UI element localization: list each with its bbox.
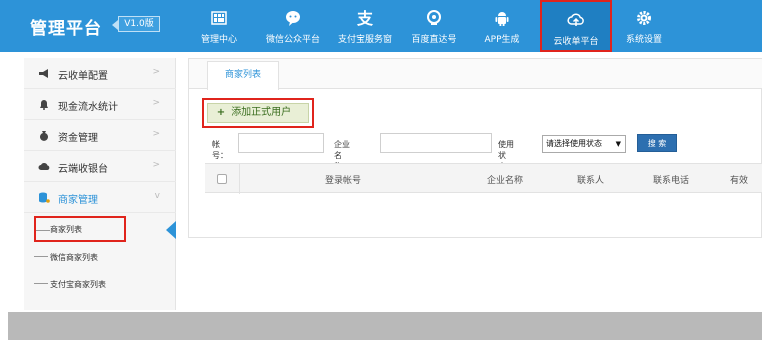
status-select-value: 请选择使用状态	[546, 139, 602, 148]
megaphone-icon	[39, 69, 48, 78]
company-input[interactable]	[380, 133, 492, 153]
sidebar-item-label: 资金管理	[58, 133, 98, 144]
tree-dash	[34, 283, 48, 284]
version-badge: V1.0版	[112, 16, 160, 32]
sidebar-item-cash-statistics[interactable]: 现金流水统计 >	[24, 89, 176, 120]
nav-item-system-settings[interactable]: 系统设置	[616, 0, 672, 52]
column-divider	[239, 164, 240, 194]
sidebar-subitem-label: 商家列表	[50, 225, 82, 234]
column-header-company[interactable]: 企业名称	[487, 173, 523, 186]
sidebar-subitem-label: 微信商家列表	[50, 253, 98, 262]
nav-label: APP生成	[484, 35, 520, 45]
sidebar-subitem-alipay-merchants[interactable]: 支付宝商家列表	[24, 271, 176, 297]
bell-icon	[40, 100, 48, 110]
sidebar-item-merchant-management[interactable]: 商家管理 v	[24, 182, 176, 213]
nav-item-app-builder[interactable]: APP生成	[474, 0, 530, 52]
add-formal-user-button[interactable]: + 添加正式用户	[207, 103, 309, 123]
nav-label: 云收单平台	[553, 37, 599, 47]
database-icon	[39, 192, 50, 203]
dashboard-icon	[211, 11, 227, 25]
gear-icon	[637, 11, 651, 25]
footer-band	[8, 312, 762, 340]
column-header-phone[interactable]: 联系电话	[653, 173, 689, 186]
sidebar: 云收单配置 > 现金流水统计 > 资金管理 > 云端收银台 > 商家管理 v 商…	[24, 58, 176, 310]
sidebar-item-label: 现金流水统计	[58, 102, 118, 113]
wechat-icon	[286, 11, 300, 26]
nav-label: 微信公众平台	[265, 35, 320, 45]
select-all-checkbox[interactable]	[217, 174, 227, 184]
cloud-upload-icon	[567, 13, 584, 26]
nav-item-wechat[interactable]: 微信公众平台	[258, 0, 328, 52]
sidebar-item-funds[interactable]: 资金管理 >	[24, 120, 176, 151]
nav-label: 系统设置	[625, 35, 662, 45]
account-label: 帐号：	[212, 140, 228, 160]
alipay-icon: 支	[356, 9, 374, 27]
tree-dash	[36, 230, 50, 231]
nav-label: 百度直达号	[411, 35, 457, 45]
plus-icon: +	[216, 107, 226, 118]
add-button-label: 添加正式用户	[231, 107, 292, 118]
baidu-icon	[427, 10, 441, 25]
add-button-highlight: + 添加正式用户	[202, 98, 314, 128]
chevron-right-icon: >	[152, 129, 160, 139]
nav-label: 支付宝服务窗	[337, 35, 392, 45]
chevron-right-icon: >	[152, 67, 160, 77]
sidebar-subitem-label: 支付宝商家列表	[50, 280, 106, 289]
nav-item-baidu[interactable]: 百度直达号	[404, 0, 464, 52]
tree-dash	[34, 256, 48, 257]
android-icon	[495, 12, 509, 26]
nav-item-management-center[interactable]: 管理中心	[190, 0, 248, 52]
status-select[interactable]: 请选择使用状态 ▼	[542, 135, 626, 153]
brand-title: 管理平台	[30, 19, 102, 39]
sidebar-subitem-merchant-list[interactable]: 商家列表	[34, 216, 126, 242]
sidebar-item-cloud-cashier[interactable]: 云端收银台 >	[24, 151, 176, 182]
column-header-valid[interactable]: 有效	[730, 173, 748, 186]
money-bag-icon	[40, 131, 48, 141]
table-header: 登录帐号 企业名称 联系人 联系电话 有效	[205, 163, 762, 194]
chevron-right-icon: >	[152, 98, 160, 108]
account-input[interactable]	[238, 133, 324, 153]
nav-item-alipay[interactable]: 支 支付宝服务窗	[330, 0, 400, 52]
search-button[interactable]: 搜 索	[637, 134, 677, 152]
sidebar-item-label: 商家管理	[58, 195, 98, 206]
top-navigation-bar: 管理平台 V1.0版 管理中心 微信公众平台 支 支付宝服务窗 百度直达号 AP…	[0, 0, 762, 52]
sidebar-item-label: 云收单配置	[58, 71, 108, 82]
sidebar-item-label: 云端收银台	[58, 164, 108, 175]
nav-item-cloud-acquiring[interactable]: 云收单平台	[540, 0, 612, 52]
column-header-login-account[interactable]: 登录帐号	[325, 173, 361, 186]
nav-label: 管理中心	[200, 35, 237, 45]
sidebar-subitem-wechat-merchants[interactable]: 微信商家列表	[24, 244, 176, 270]
active-pointer	[166, 221, 176, 239]
chevron-right-icon: >	[152, 160, 160, 170]
cloud-icon	[38, 163, 50, 170]
sidebar-item-cloud-config[interactable]: 云收单配置 >	[24, 58, 176, 89]
tab-bar: 商家列表	[189, 59, 762, 90]
column-header-contact[interactable]: 联系人	[577, 173, 604, 186]
chevron-down-icon: v	[154, 191, 160, 201]
dropdown-arrow-icon: ▼	[615, 140, 621, 148]
tab-merchant-list[interactable]: 商家列表	[207, 61, 279, 90]
svg-text:支: 支	[356, 9, 374, 27]
